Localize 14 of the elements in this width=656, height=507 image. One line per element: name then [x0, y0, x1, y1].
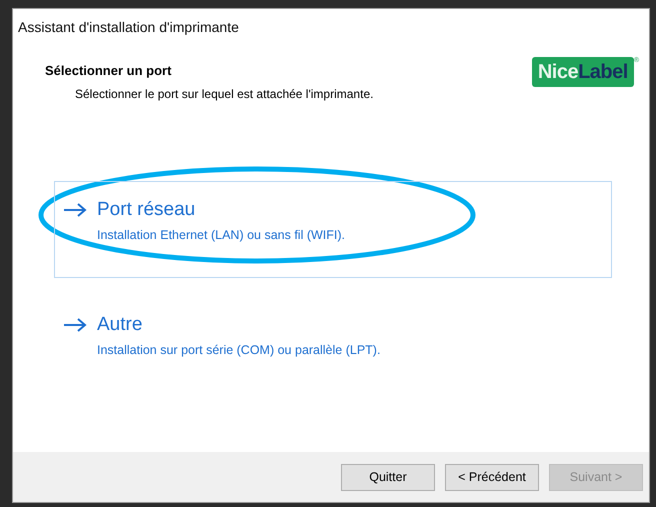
window-title: Assistant d'installation d'imprimante — [17, 18, 240, 37]
page-subtitle: Sélectionner le port sur lequel est attachée l'imprimante. — [74, 86, 374, 102]
page-title: Sélectionner un port — [45, 62, 172, 80]
option-item[interactable]: Autre Installation sur port série (COM) ou parallèle (LPT). — [54, 296, 612, 392]
option-item[interactable]: Port réseau Installation Ethernet (LAN) ou sans fil (WIFI). — [54, 180, 612, 278]
option-title: Autre — [97, 312, 142, 336]
arrow-right-icon — [63, 318, 87, 332]
dialog-button[interactable]: Quitter — [341, 464, 435, 490]
option-description: Installation Ethernet (LAN) ou sans fil (WIFI). — [96, 227, 346, 244]
logo: NiceLabel — [532, 57, 634, 87]
option-title: Port réseau — [97, 198, 196, 222]
dialog-button[interactable]: < Précédent — [445, 464, 539, 490]
arrow-right-icon — [63, 202, 87, 217]
option-description: Installation sur port série (COM) ou parallèle (LPT). — [96, 342, 382, 359]
